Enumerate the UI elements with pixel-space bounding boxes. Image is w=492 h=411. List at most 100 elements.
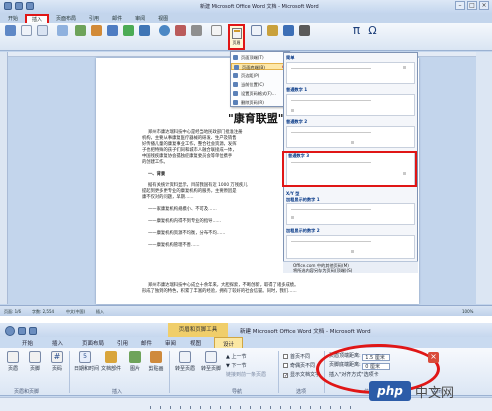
show-document-text-checkbox[interactable]: 显示文档文字 <box>283 371 320 378</box>
undo-icon[interactable] <box>29 327 37 335</box>
table-button[interactable] <box>56 25 69 37</box>
tab-page-layout[interactable]: 页面布局 <box>82 339 104 347</box>
menu-item-page-bottom[interactable]: 页面底端(B)▸ <box>231 63 289 70</box>
tab-page-layout[interactable]: 页面布局 <box>50 14 82 23</box>
status-zoom[interactable]: 100% <box>462 309 473 314</box>
save-icon[interactable] <box>15 2 23 10</box>
first-page-different-checkbox[interactable]: 首页不同 <box>283 353 310 360</box>
gallery-item[interactable] <box>286 94 415 116</box>
save-icon[interactable] <box>18 327 26 335</box>
menu-item-margins[interactable]: 页边距(P) <box>231 72 289 79</box>
panel-separator <box>0 316 492 323</box>
goto-footer-label: 转至页脚 <box>200 366 221 372</box>
doc-line: 的创建工作。 <box>142 160 168 165</box>
clipart-button[interactable]: 剪贴画 <box>146 351 166 372</box>
wordart-button[interactable] <box>282 25 295 37</box>
close-button[interactable]: × <box>479 1 489 10</box>
gallery-section-label: 普通数字 1 <box>286 87 308 92</box>
datetime-button[interactable]: 5 日期和时间 <box>74 351 99 372</box>
prev-section-button[interactable]: ▲ 上一节 <box>226 353 246 360</box>
tab-home[interactable]: 开始 <box>2 14 24 23</box>
quick-access-toolbar <box>4 2 34 10</box>
tab-review[interactable]: 审阅 <box>165 339 176 347</box>
doc-heading: 一、背景 <box>148 172 166 177</box>
symbol-button[interactable]: Ω <box>366 25 379 37</box>
status-page[interactable]: 页面: 1/6 <box>4 309 21 315</box>
clipart-button[interactable] <box>90 25 103 37</box>
tab-design[interactable]: 设计 <box>214 337 244 348</box>
tab-insert[interactable]: 插入 <box>25 14 50 23</box>
tab-mailings[interactable]: 邮件 <box>106 14 128 23</box>
minimize-button[interactable]: – <box>455 1 465 10</box>
goto-header-button[interactable]: 转至页眉 <box>173 351 197 372</box>
close-header-footer-button[interactable]: × <box>428 352 439 363</box>
header-button[interactable]: 页眉 <box>228 24 245 50</box>
hyperlink-button[interactable] <box>158 25 171 37</box>
tab-references[interactable]: 引用 <box>117 339 128 347</box>
chart-button[interactable] <box>138 25 151 37</box>
tab-review[interactable]: 审阅 <box>129 14 151 23</box>
maximize-button[interactable]: □ <box>467 1 477 10</box>
cover-page-button[interactable] <box>4 25 17 37</box>
smartart-button[interactable] <box>122 25 135 37</box>
window-title: 新建 Microsoft Office Word 文档 - Microsoft … <box>200 4 319 10</box>
textbox-button[interactable] <box>250 25 263 37</box>
vertical-scrollbar[interactable] <box>476 52 492 304</box>
odd-even-different-checkbox[interactable]: 奇偶页不同 <box>283 362 315 369</box>
quick-parts-button[interactable] <box>266 25 279 37</box>
undo-icon[interactable] <box>26 2 34 10</box>
menu-item-format-page-numbers[interactable]: 设置页码格式(F)... <box>231 90 289 97</box>
menu-item-label: 页边距(P) <box>241 73 260 78</box>
tab-home[interactable]: 开始 <box>22 339 33 347</box>
word-window-insert: 新建 Microsoft Office Word 文档 - Microsoft … <box>0 0 492 316</box>
gallery-section-label: 加粗显示的数字 2 <box>286 228 320 233</box>
docparts-button[interactable]: 文档部件 <box>100 351 122 372</box>
footer-button[interactable]: 页脚 <box>26 351 44 372</box>
margins-icon <box>233 73 238 78</box>
picture-button[interactable] <box>74 25 87 37</box>
link-previous-button[interactable]: 链接到前一条页眉 <box>226 371 266 378</box>
page-bottom-icon <box>234 65 239 70</box>
format-icon <box>233 91 238 96</box>
page-break-button[interactable] <box>36 25 49 37</box>
shapes-button[interactable] <box>106 25 119 37</box>
status-words[interactable]: 字数: 2,554 <box>32 309 54 315</box>
page-number-button[interactable]: # 页码 <box>48 351 66 372</box>
office-button-icon[interactable] <box>4 2 12 10</box>
header-icon <box>7 351 19 363</box>
docparts-label: 文档部件 <box>100 366 121 372</box>
menu-item-remove-page-numbers[interactable]: 删除页码(R) <box>231 99 289 106</box>
status-language[interactable]: 中文(中国) <box>66 309 85 315</box>
page-number-button-label: 页码 <box>51 366 62 372</box>
tab-references[interactable]: 引用 <box>83 14 105 23</box>
status-mode[interactable]: 插入 <box>96 309 104 315</box>
gallery-item[interactable] <box>286 235 415 259</box>
office-button-icon[interactable] <box>5 326 15 336</box>
header-button[interactable]: 页眉 <box>4 351 22 372</box>
tab-view[interactable]: 视图 <box>152 14 174 23</box>
next-section-button[interactable]: ▼ 下一节 <box>226 362 246 369</box>
tab-insert[interactable]: 插入 <box>52 339 63 347</box>
dropcap-button[interactable] <box>298 25 311 37</box>
header-button-label: 页眉 <box>7 366 18 372</box>
bookmark-button[interactable] <box>174 25 187 37</box>
blank-page-button[interactable] <box>20 25 33 37</box>
cross-reference-button[interactable] <box>190 25 203 37</box>
menu-item-page-top[interactable]: 页面顶端(T) <box>231 54 289 61</box>
picture-button[interactable]: 图片 <box>126 351 144 372</box>
clipart-label: 剪贴画 <box>148 366 164 372</box>
gallery-item[interactable] <box>286 126 415 148</box>
tab-mailings[interactable]: 邮件 <box>141 339 152 347</box>
gallery-item[interactable] <box>286 62 415 84</box>
gallery-item[interactable] <box>286 203 415 225</box>
tab-view[interactable]: 视图 <box>190 339 201 347</box>
ribbon-tabs: 开始 插入 页面布局 引用 邮件 审阅 视图 设计 <box>0 337 492 348</box>
page-header-button-small[interactable] <box>210 25 223 37</box>
menu-item-current-position[interactable]: 当前位置(C) <box>231 81 289 88</box>
php-watermark: php 中文网 <box>369 376 489 408</box>
goto-footer-button[interactable]: 转至页脚 <box>199 351 223 372</box>
equation-button[interactable]: π <box>350 24 363 37</box>
picture-icon <box>129 351 141 363</box>
save-selection-link[interactable]: 将所选内容另存为页码(顶端)(S) <box>293 268 352 274</box>
doc-list-item: 一一康复机构管理不善…… <box>148 243 200 248</box>
